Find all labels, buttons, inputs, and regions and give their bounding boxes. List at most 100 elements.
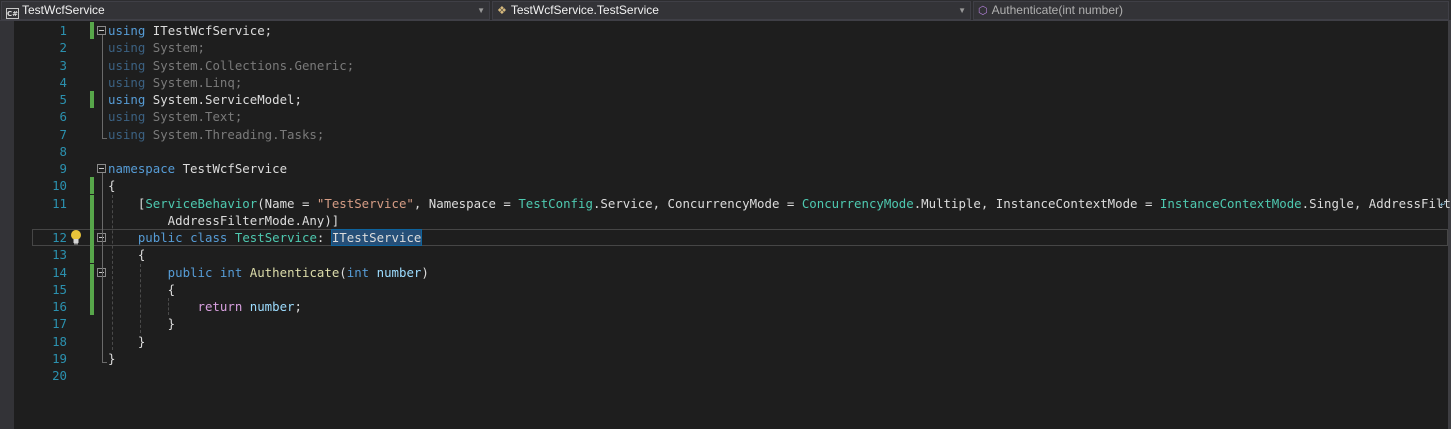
code-text: using System.Collections.Generic;	[108, 57, 354, 74]
code-token: using	[108, 74, 146, 90]
code-line[interactable]: 15 {	[32, 280, 1448, 298]
code-line[interactable]: 3 using System.Collections.Generic;	[32, 57, 1448, 74]
code-token: TestService	[234, 230, 317, 245]
line-number: 12	[52, 230, 67, 245]
line-number: 8	[59, 143, 67, 159]
code-token: public	[108, 230, 183, 245]
line-number: 7	[59, 126, 67, 142]
code-text: return number;	[108, 298, 302, 315]
code-token: using	[108, 57, 146, 73]
code-token: int	[346, 264, 370, 280]
collapse-icon[interactable]	[97, 164, 106, 173]
code-token: Authenticate	[249, 264, 340, 280]
code-text: public class TestService: ITestService	[108, 229, 423, 246]
type-dropdown[interactable]: ❖ TestWcfService.TestService ▼	[492, 1, 971, 20]
code-token: System.Text;	[145, 109, 243, 125]
code-line[interactable]: 16 return number;	[32, 298, 1448, 315]
code-text: using ITestWcfService;	[108, 22, 272, 39]
code-text: using System.Threading.Tasks;	[108, 126, 324, 143]
line-number: 10	[52, 178, 67, 194]
code-text: using System;	[108, 39, 205, 56]
code-line[interactable]: 18 }	[32, 333, 1448, 350]
outline-bracket-end	[102, 137, 107, 139]
glyph-margin	[14, 21, 32, 429]
code-line[interactable]: 6 using System.Text;	[32, 108, 1448, 125]
code-token: int	[219, 264, 243, 280]
code-text: AddressFilterMode.Any)]	[108, 212, 340, 229]
code-token: System;	[145, 40, 205, 56]
code-line[interactable]: 9 namespace TestWcfService	[32, 160, 1448, 177]
change-marker	[90, 177, 94, 195]
code-line[interactable]: 20	[32, 367, 1448, 384]
navigation-bar: C# TestWcfService ▼ ❖ TestWcfService.TestS…	[0, 0, 1451, 21]
code-line[interactable]: 14 public int Authenticate(int number)	[32, 263, 1448, 281]
code-token: using	[108, 126, 146, 142]
line-continuation-icon: ⤶	[1439, 196, 1446, 210]
code-token: using	[108, 92, 146, 107]
code-line[interactable]: AddressFilterMode.Any)]	[32, 211, 1448, 229]
indent-guide	[112, 194, 113, 350]
code-token: System.Linq;	[145, 74, 243, 90]
code-line[interactable]: 7 using System.Threading.Tasks;	[32, 126, 1448, 143]
line-number: 3	[59, 57, 67, 73]
code-token: public	[108, 264, 213, 280]
type-dropdown-label: TestWcfService.TestService	[510, 3, 659, 17]
code-line[interactable]: 17 }	[32, 315, 1448, 332]
code-token: (	[339, 264, 347, 280]
indent-guide	[140, 263, 141, 333]
code-line[interactable]: 2 using System;	[32, 39, 1448, 56]
change-marker	[90, 229, 94, 246]
code-token: number	[249, 299, 295, 314]
line-number: 19	[52, 350, 67, 366]
code-token: }	[108, 350, 116, 366]
csharp-project-icon: C#	[6, 8, 19, 19]
line-number: 9	[59, 161, 67, 176]
code-token: ConcurrencyMode	[801, 195, 914, 211]
change-marker	[90, 211, 94, 229]
code-line[interactable]: 10 {	[32, 177, 1448, 195]
code-line[interactable]: 8	[32, 143, 1448, 160]
change-marker	[90, 91, 94, 108]
member-dropdown[interactable]: ⬡ Authenticate(int number)	[973, 1, 1449, 20]
change-marker	[90, 280, 94, 298]
line-number: 6	[59, 109, 67, 125]
indent-guide	[168, 298, 169, 316]
code-token: using	[108, 23, 146, 38]
collapse-icon[interactable]	[97, 26, 106, 35]
selected-identifier: ITestService	[330, 229, 423, 246]
change-marker	[90, 298, 94, 315]
code-line[interactable]: 12 public class TestService: ITestServic…	[32, 229, 1448, 246]
code-token: "TestService"	[316, 195, 414, 211]
editor-left-strip	[0, 21, 14, 429]
code-text: using System.Text;	[108, 108, 242, 125]
line-number: 5	[59, 92, 67, 107]
code-line[interactable]: 5 using System.ServiceModel;	[32, 91, 1448, 108]
code-token: {	[108, 281, 176, 297]
line-number: 4	[59, 74, 67, 90]
code-text: {	[108, 281, 175, 298]
code-line[interactable]: 11 [ServiceBehavior(Name = "TestService"…	[32, 194, 1451, 212]
lightbulb-icon[interactable]	[69, 229, 83, 245]
line-number: 17	[52, 316, 67, 332]
line-number: 15	[52, 281, 67, 297]
code-line[interactable]: 13 {	[32, 246, 1448, 264]
change-marker	[90, 263, 94, 281]
code-line[interactable]: 4 using System.Linq;	[32, 74, 1448, 91]
code-text: }	[108, 315, 175, 332]
code-text: using System.Linq;	[108, 74, 242, 91]
member-dropdown-label: Authenticate(int number)	[991, 3, 1124, 17]
line-number: 2	[59, 40, 67, 56]
project-dropdown[interactable]: C# TestWcfService ▼	[1, 1, 490, 20]
line-number: 18	[52, 333, 67, 349]
method-icon: ⬡	[978, 4, 988, 17]
code-line[interactable]: 1 using ITestWcfService;	[32, 22, 1448, 39]
code-line[interactable]: 19}	[32, 350, 1448, 367]
code-token: number	[376, 264, 422, 280]
code-token: InstanceContextMode	[1159, 195, 1302, 211]
code-token: return	[108, 299, 243, 314]
code-token: System.Threading.Tasks;	[145, 126, 325, 142]
class-icon: ❖	[497, 4, 507, 17]
code-token: {	[108, 247, 146, 263]
code-token: .Service, ConcurrencyMode =	[592, 195, 802, 211]
